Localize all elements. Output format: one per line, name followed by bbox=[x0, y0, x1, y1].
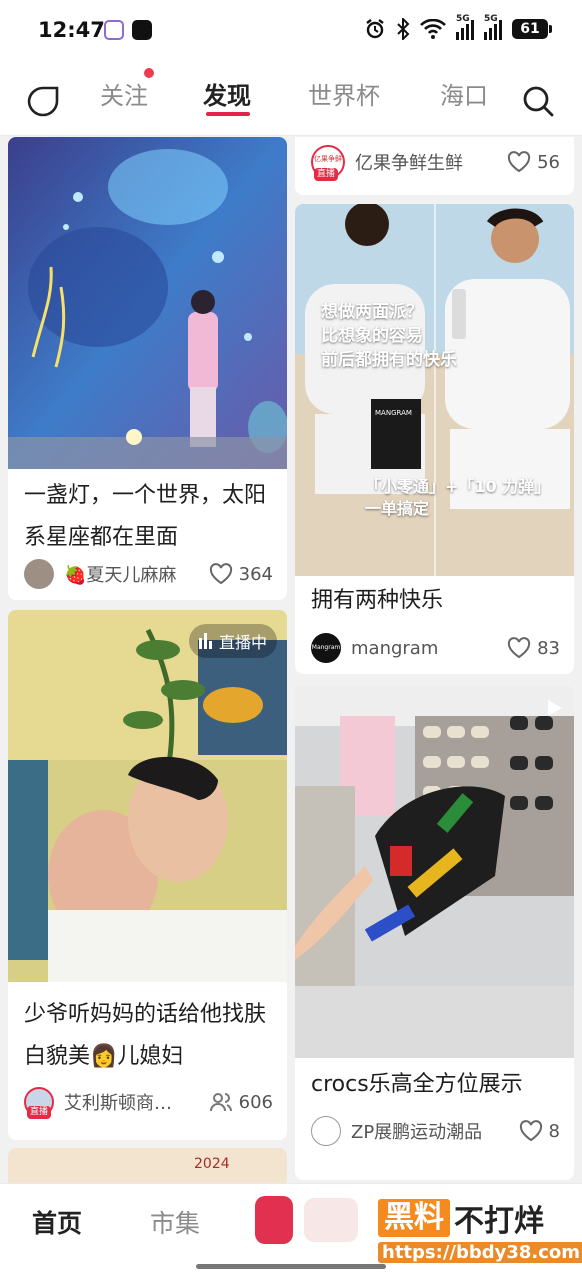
viewer-count-value: 606 bbox=[238, 1091, 273, 1113]
home-indicator bbox=[196, 1264, 386, 1269]
tab-haikou[interactable]: 海口 bbox=[440, 76, 488, 111]
tab-discover[interactable]: 发现 bbox=[203, 76, 251, 111]
tab-world-cup[interactable]: 世界杯 bbox=[308, 76, 380, 111]
card-title: crocs乐高全方位展示 bbox=[311, 1072, 523, 1097]
tab-market[interactable]: 市集 bbox=[150, 1204, 200, 1240]
cover-promo-line: 「小零通」+「10 力弹」 bbox=[365, 477, 551, 496]
card-cover-image bbox=[295, 686, 574, 1058]
live-badge-label: 直播中 bbox=[218, 633, 267, 652]
like-count-value: 8 bbox=[548, 1120, 560, 1142]
author-live-tag: 直播 bbox=[27, 1106, 52, 1119]
bluetooth-icon bbox=[397, 18, 410, 40]
feed-card-mangram[interactable]: 想做两面派？ 比想象的容易 前后都拥有的快乐 MANGRAM 「小零通」+「10… bbox=[295, 204, 574, 674]
wifi-icon bbox=[420, 19, 446, 39]
signal-icon-2: 5G bbox=[484, 14, 502, 40]
signal-icon-1: 5G bbox=[456, 14, 474, 40]
messages-tab-icon[interactable] bbox=[304, 1198, 358, 1242]
cover-caption-line: 比想象的容易 bbox=[321, 326, 423, 346]
author-avatar[interactable]: 亿果争鲜 直播 bbox=[311, 145, 345, 181]
feed-card-partial[interactable]: 2024 bbox=[8, 1148, 287, 1188]
viewer-count: 606 bbox=[209, 1091, 273, 1113]
author-avatar-text: 亿果争鲜 bbox=[314, 155, 342, 163]
like-count-value: 83 bbox=[537, 637, 560, 659]
watermark: 黑料 不打烊 https://bbdy38.com bbox=[378, 1196, 582, 1270]
tiktok-notification-icon bbox=[132, 20, 152, 40]
status-bar: 12:47 5G 5G 61 bbox=[0, 0, 582, 62]
feed-card-fruit-shop[interactable]: 亿果争鲜 直播 亿果争鲜生鲜 56 bbox=[295, 137, 574, 195]
tab-home[interactable]: 首页 bbox=[32, 1204, 82, 1240]
status-icons: 5G 5G 61 bbox=[364, 14, 552, 40]
cover-caption-line: 想做两面派？ bbox=[321, 302, 423, 322]
like-count-value: 364 bbox=[238, 563, 273, 585]
card-cover-image bbox=[8, 610, 287, 982]
like-count[interactable]: 83 bbox=[507, 637, 560, 659]
author-avatar-text: Mangram bbox=[311, 644, 341, 651]
card-meta: 直播 艾利斯顿商… 606 bbox=[24, 1085, 273, 1119]
live-bars-icon bbox=[198, 633, 212, 649]
gallery-notification-icon bbox=[104, 20, 124, 40]
like-count[interactable]: 364 bbox=[209, 563, 273, 585]
author-avatar[interactable] bbox=[24, 559, 54, 589]
cover-promo-line: 一单搞定 bbox=[365, 499, 430, 518]
heart-icon bbox=[519, 1120, 542, 1142]
tab-following[interactable]: 关注 bbox=[100, 76, 148, 111]
publish-button[interactable] bbox=[255, 1196, 293, 1244]
author-avatar[interactable]: 直播 bbox=[24, 1087, 54, 1119]
following-notification-dot bbox=[144, 68, 154, 78]
card-meta: 亿果争鲜 直播 亿果争鲜生鲜 56 bbox=[311, 145, 560, 181]
author-name[interactable]: 艾利斯顿商… bbox=[64, 1089, 209, 1115]
cover-caption: 想做两面派？ 比想象的容易 前后都拥有的快乐 bbox=[321, 300, 457, 372]
author-name[interactable]: ZP展鹏运动潮品 bbox=[351, 1118, 519, 1144]
viewers-icon bbox=[209, 1093, 232, 1112]
card-cover-image bbox=[8, 137, 287, 469]
author-live-tag: 直播 bbox=[314, 168, 339, 181]
watermark-highlight: 黑料 bbox=[378, 1199, 450, 1237]
author-name[interactable]: 亿果争鲜生鲜 bbox=[355, 149, 507, 175]
like-count[interactable]: 8 bbox=[519, 1120, 560, 1142]
card-cover-image bbox=[8, 1148, 287, 1188]
author-avatar[interactable] bbox=[311, 1116, 341, 1146]
watermark-url: https://bbdy38.com bbox=[378, 1242, 582, 1263]
like-count-value: 56 bbox=[537, 151, 560, 173]
top-navigation: 关注 发现 世界杯 海口 bbox=[0, 62, 582, 136]
feed-card-lamp[interactable]: 一盏灯，一个世界，太阳系星座都在里面 🍓夏天儿麻麻 364 bbox=[8, 137, 287, 600]
author-avatar[interactable]: Mangram bbox=[311, 633, 341, 663]
notification-icons bbox=[104, 20, 152, 40]
cover-promo: 「小零通」+「10 力弹」 一单搞定 bbox=[365, 476, 550, 520]
heart-icon bbox=[507, 637, 531, 659]
author-name[interactable]: 🍓夏天儿麻麻 bbox=[64, 561, 209, 587]
watermark-text: 不打烊 bbox=[454, 1204, 544, 1239]
card-title: 一盏灯，一个世界，太阳系星座都在里面 bbox=[24, 483, 267, 550]
alarm-icon bbox=[366, 19, 384, 39]
product-box-label: MANGRAM bbox=[375, 409, 412, 417]
cover-caption-line: 前后都拥有的快乐 bbox=[321, 350, 457, 370]
video-play-icon bbox=[548, 700, 562, 716]
feed-card-crocs[interactable]: crocs乐高全方位展示 ZP展鹏运动潮品 8 bbox=[295, 686, 574, 1180]
card-meta: Mangram mangram 83 bbox=[311, 631, 560, 665]
feed-card-live-stream[interactable]: 直播中 少爷听妈妈的话给他找肤白貌美👩儿媳妇 直播 艾利斯顿商… 606 bbox=[8, 610, 287, 1140]
author-name[interactable]: mangram bbox=[351, 638, 507, 659]
battery-indicator: 61 bbox=[512, 19, 552, 39]
live-badge: 直播中 bbox=[188, 624, 277, 658]
card-title: 拥有两种快乐 bbox=[311, 588, 444, 613]
card-title: 少爷听妈妈的话给他找肤白貌美👩儿媳妇 bbox=[24, 1002, 267, 1069]
heart-icon bbox=[507, 151, 531, 173]
search-icon[interactable] bbox=[521, 84, 555, 118]
heart-icon bbox=[209, 563, 232, 585]
message-bubble-icon[interactable] bbox=[26, 84, 60, 118]
card-meta: ZP展鹏运动潮品 8 bbox=[311, 1114, 560, 1148]
like-count[interactable]: 56 bbox=[507, 151, 560, 173]
card-meta: 🍓夏天儿麻麻 364 bbox=[24, 557, 273, 591]
active-tab-indicator bbox=[206, 112, 250, 116]
status-time: 12:47 bbox=[38, 18, 105, 42]
card-cover-image bbox=[295, 204, 574, 576]
cover-text: 2024 bbox=[194, 1156, 230, 1172]
